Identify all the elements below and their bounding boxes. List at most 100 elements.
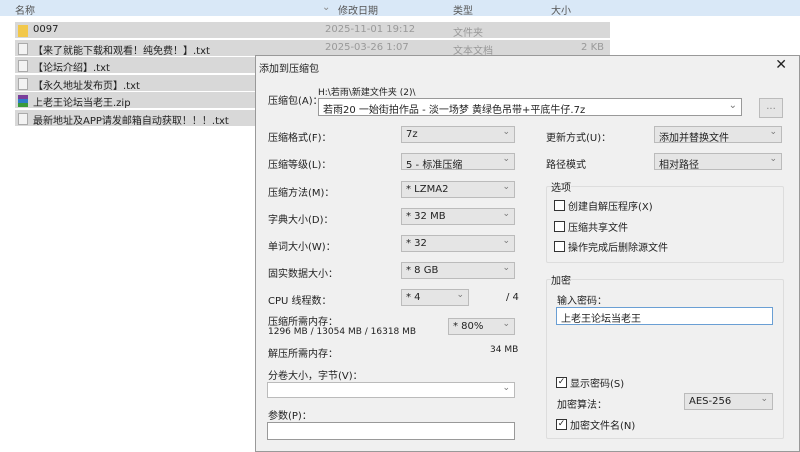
solid-label: 固实数据大小： (268, 269, 338, 280)
checkbox-box: ✓ (556, 377, 567, 388)
path-label: 路径模式 (546, 160, 586, 171)
archive-name-value: 若雨20 一始街拍作品 - 淡一场梦 黄绿色吊带+平底牛仔.7z (323, 105, 586, 116)
archive-label: 压缩包(A)： (268, 96, 323, 107)
level-label: 压缩等级(L)： (268, 160, 332, 171)
solid-select[interactable]: * 8 GB ⌄ (401, 262, 515, 279)
encrypt-names-label: 加密文件名(N) (570, 421, 636, 432)
level-select[interactable]: 5 - 标准压缩 ⌄ (401, 153, 515, 171)
word-select[interactable]: * 32 ⌄ (401, 235, 515, 252)
text-file-icon (18, 113, 28, 125)
password-label: 输入密码： (557, 296, 607, 307)
chevron-down-icon: ⌄ (502, 209, 510, 219)
method-value: * LZMA2 (406, 184, 449, 195)
chevron-down-icon: ⌄ (769, 154, 777, 164)
archive-name-combobox[interactable]: 若雨20 一始街拍作品 - 淡一场梦 黄绿色吊带+平底牛仔.7z ⌄ (318, 98, 742, 116)
dict-value: * 32 MB (406, 211, 446, 222)
file-list-header: 名称 ⌄ 修改日期 类型 大小 (0, 0, 800, 17)
text-file-icon (18, 77, 28, 90)
chevron-down-icon: ⌄ (502, 127, 510, 137)
dict-select[interactable]: * 32 MB ⌄ (401, 208, 515, 225)
encryption-title: 加密 (551, 272, 571, 287)
zip-archive-icon (18, 95, 28, 108)
word-label: 单词大小(W)： (268, 242, 336, 253)
file-name: 最新地址及APP请发邮箱自动获取！！！.txt (33, 116, 229, 127)
delete-checkbox[interactable]: 操作完成后删除源文件 (554, 239, 668, 254)
cpu-select[interactable]: * 4 ⌄ (401, 289, 469, 306)
file-name: 【来了就能下载和观看！纯免费！】.txt (33, 45, 210, 57)
enc-method-label: 加密算法： (557, 400, 607, 411)
delete-label: 操作完成后删除源文件 (568, 243, 668, 254)
method-label: 压缩方法(M)： (268, 188, 335, 199)
mem-percent-value: * 80% (453, 321, 484, 332)
chevron-down-icon: ⌄ (502, 383, 510, 393)
volume-combobox[interactable]: ⌄ (267, 382, 515, 398)
shared-label: 压缩共享文件 (568, 223, 628, 234)
dmem-value: 34 MB (490, 345, 519, 355)
checkbox-box (554, 200, 565, 211)
archive-path: H:\若雨\新建文件夹 (2)\ (318, 88, 416, 98)
enc-method-value: AES-256 (689, 396, 732, 407)
chevron-down-icon: ⌄ (456, 290, 464, 300)
show-password-checkbox[interactable]: ✓ 显示密码(S) (556, 375, 624, 390)
format-value: 7z (406, 129, 418, 140)
file-name: 【论坛介绍】.txt (33, 63, 110, 75)
chevron-down-icon: ⌄ (502, 182, 510, 192)
method-select[interactable]: * LZMA2 ⌄ (401, 181, 515, 198)
chevron-down-icon: ⌄ (502, 236, 510, 246)
encrypt-names-checkbox[interactable]: ✓ 加密文件名(N) (556, 417, 635, 432)
cpu-label: CPU 线程数： (268, 296, 332, 307)
dict-label: 字典大小(D)： (268, 215, 334, 226)
mem-percent-select[interactable]: * 80% ⌄ (448, 318, 515, 335)
chevron-down-icon: ⌄ (760, 394, 768, 404)
chevron-down-icon: ⌄ (502, 319, 510, 329)
format-select[interactable]: 7z ⌄ (401, 126, 515, 143)
show-password-label: 显示密码(S) (570, 379, 625, 390)
file-name: 0097 (33, 24, 59, 35)
column-date[interactable]: 修改日期 (338, 2, 378, 17)
mem-value: 1296 MB / 13054 MB / 16318 MB (268, 327, 417, 337)
add-to-archive-dialog: 添加到压缩包 ✕ 压缩包(A)： H:\若雨\新建文件夹 (2)\ 若雨20 一… (255, 55, 800, 452)
update-value: 添加并替换文件 (659, 133, 729, 144)
path-value: 相对路径 (659, 160, 699, 171)
column-name[interactable]: 名称 (15, 2, 35, 17)
column-type[interactable]: 类型 (453, 2, 473, 17)
sort-chevron-icon: ⌄ (322, 2, 331, 13)
solid-value: * 8 GB (406, 265, 439, 276)
file-row[interactable]: 0097 2025-11-01 19:12 文件夹 (15, 22, 610, 39)
chevron-down-icon: ⌄ (728, 100, 737, 111)
checkbox-box (554, 241, 565, 252)
params-label: 参数(P)： (268, 411, 312, 422)
params-input[interactable] (267, 422, 515, 440)
text-file-icon (18, 42, 28, 55)
options-title: 选项 (551, 179, 571, 194)
file-date: 2025-11-01 19:12 (325, 24, 416, 35)
shared-checkbox[interactable]: 压缩共享文件 (554, 219, 628, 234)
level-value: 5 - 标准压缩 (406, 160, 463, 171)
path-select[interactable]: 相对路径 ⌄ (654, 153, 782, 171)
enc-method-select[interactable]: AES-256 ⌄ (684, 393, 773, 410)
cpu-value: * 4 (406, 292, 421, 303)
file-type: 文件夹 (453, 28, 483, 39)
column-size[interactable]: 大小 (551, 2, 571, 17)
mem-label: 压缩所需内存： (268, 317, 338, 328)
chevron-down-icon: ⌄ (502, 154, 510, 164)
dmem-label: 解压所需内存： (268, 349, 338, 360)
cpu-max: / 4 (506, 292, 519, 303)
close-button[interactable]: ✕ (775, 57, 787, 73)
file-name: 上老王论坛当老王.zip (33, 98, 131, 110)
update-select[interactable]: 添加并替换文件 ⌄ (654, 126, 782, 144)
update-label: 更新方式(U)： (546, 133, 612, 144)
volume-label: 分卷大小，字节(V)： (268, 371, 363, 382)
word-value: * 32 (406, 238, 427, 249)
file-date: 2025-03-26 1:07 (325, 41, 409, 53)
format-label: 压缩格式(F)： (268, 133, 332, 144)
file-size: 2 KB (581, 41, 604, 53)
chevron-down-icon: ⌄ (769, 127, 777, 137)
sfx-checkbox[interactable]: 创建自解压程序(X) (554, 198, 653, 213)
text-file-icon (18, 60, 28, 73)
chevron-down-icon: ⌄ (502, 263, 510, 273)
browse-button[interactable]: ... (759, 98, 783, 118)
dialog-title: 添加到压缩包 (259, 64, 319, 75)
password-input[interactable]: 上老王论坛当老王 (556, 307, 773, 325)
checkbox-box (554, 221, 565, 232)
